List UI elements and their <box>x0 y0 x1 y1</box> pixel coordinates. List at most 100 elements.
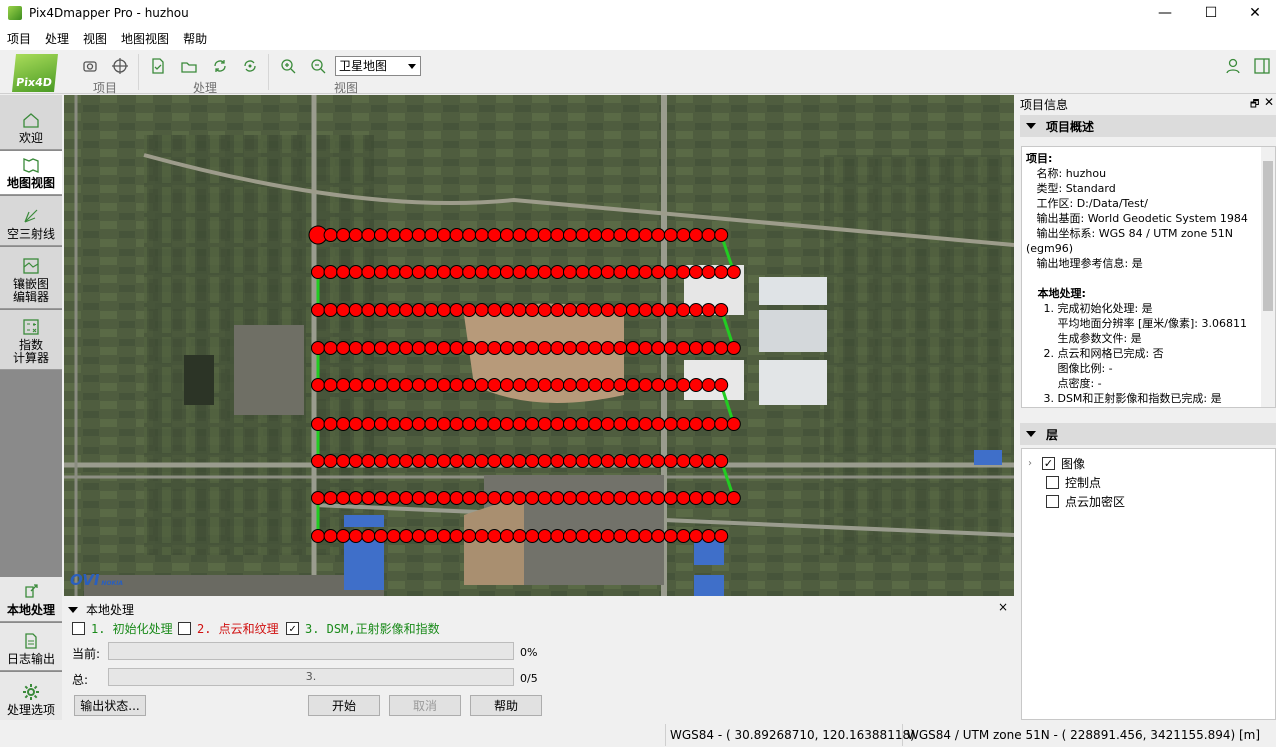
image-position-marker[interactable] <box>638 454 653 468</box>
image-position-marker[interactable] <box>512 529 527 543</box>
image-position-marker[interactable] <box>663 491 678 505</box>
image-position-marker[interactable] <box>600 529 615 543</box>
image-position-marker[interactable] <box>487 303 502 317</box>
image-position-marker[interactable] <box>676 529 691 543</box>
image-position-marker[interactable] <box>676 417 691 431</box>
image-position-marker[interactable] <box>613 228 628 242</box>
image-position-marker[interactable] <box>374 228 388 242</box>
image-position-marker[interactable] <box>336 491 351 505</box>
image-position-marker[interactable] <box>512 303 527 317</box>
image-position-marker[interactable] <box>588 378 603 392</box>
image-position-marker[interactable] <box>474 303 489 317</box>
image-position-marker[interactable] <box>374 341 388 355</box>
image-position-marker[interactable] <box>424 341 439 355</box>
zoom-in-icon[interactable] <box>278 56 298 76</box>
sidebar-item-local-processing[interactable]: 本地处理 <box>0 577 62 622</box>
image-position-marker[interactable] <box>437 303 451 317</box>
image-position-marker[interactable] <box>424 454 439 468</box>
image-position-marker[interactable] <box>600 417 615 431</box>
image-position-marker[interactable] <box>323 417 338 431</box>
image-position-marker[interactable] <box>613 265 628 279</box>
image-position-marker[interactable] <box>399 454 414 468</box>
image-position-marker[interactable] <box>676 454 691 468</box>
image-position-marker[interactable] <box>361 454 376 468</box>
image-position-marker[interactable] <box>714 303 729 317</box>
image-position-marker[interactable] <box>550 378 565 392</box>
image-position-marker[interactable] <box>323 529 338 543</box>
image-position-marker[interactable] <box>701 491 716 505</box>
image-position-marker[interactable] <box>449 491 464 505</box>
image-position-marker[interactable] <box>651 378 666 392</box>
image-position-marker[interactable] <box>361 529 376 543</box>
step-2-checkbox[interactable] <box>178 622 191 635</box>
processing-header[interactable]: 本地处理 <box>68 601 134 618</box>
image-position-marker[interactable] <box>588 417 603 431</box>
image-position-marker[interactable] <box>512 454 527 468</box>
image-position-marker[interactable] <box>323 378 338 392</box>
image-position-marker[interactable] <box>336 529 351 543</box>
image-position-marker[interactable] <box>550 341 565 355</box>
image-position-marker[interactable] <box>512 417 527 431</box>
image-position-marker[interactable] <box>437 265 451 279</box>
image-position-marker[interactable] <box>701 378 716 392</box>
image-position-marker[interactable] <box>386 303 401 317</box>
reoptimize-icon[interactable] <box>210 56 230 76</box>
image-position-marker[interactable] <box>462 417 477 431</box>
image-position-marker[interactable] <box>311 529 325 543</box>
image-position-marker[interactable] <box>411 228 426 242</box>
image-position-marker[interactable] <box>336 303 351 317</box>
image-position-marker[interactable] <box>474 417 489 431</box>
image-position-marker[interactable] <box>550 265 565 279</box>
image-position-marker[interactable] <box>550 417 565 431</box>
image-position-marker[interactable] <box>701 529 716 543</box>
image-position-marker[interactable] <box>348 491 363 505</box>
open-folder-icon[interactable] <box>179 56 199 76</box>
image-position-marker[interactable] <box>714 228 729 242</box>
image-position-marker[interactable] <box>714 417 729 431</box>
image-position-marker[interactable] <box>626 491 640 505</box>
user-account-icon[interactable] <box>1224 56 1244 76</box>
image-position-marker[interactable] <box>638 341 653 355</box>
image-position-marker[interactable] <box>714 454 729 468</box>
image-position-marker[interactable] <box>336 378 351 392</box>
image-position-marker[interactable] <box>348 454 363 468</box>
image-position-marker[interactable] <box>386 491 401 505</box>
map-type-select[interactable]: 卫星地图 <box>335 56 421 76</box>
layer-item-images[interactable]: › ✓ 图像 <box>1028 455 1085 472</box>
image-position-marker[interactable] <box>411 341 426 355</box>
image-position-marker[interactable] <box>676 341 691 355</box>
image-position-marker[interactable] <box>638 529 653 543</box>
collapse-icon[interactable] <box>68 606 78 613</box>
image-position-marker[interactable] <box>487 491 502 505</box>
image-position-marker[interactable] <box>424 529 439 543</box>
image-position-marker[interactable] <box>588 341 603 355</box>
image-position-marker[interactable] <box>474 529 489 543</box>
image-position-marker[interactable] <box>689 378 703 392</box>
image-position-marker[interactable] <box>323 228 338 242</box>
image-position-marker[interactable] <box>487 417 502 431</box>
image-position-marker[interactable] <box>563 491 577 505</box>
image-position-marker[interactable] <box>399 417 414 431</box>
close-icon[interactable]: × <box>998 600 1008 614</box>
image-position-marker[interactable] <box>537 303 552 317</box>
image-position-marker[interactable] <box>689 228 703 242</box>
image-position-marker[interactable] <box>701 417 716 431</box>
image-position-marker[interactable] <box>474 378 489 392</box>
image-position-marker[interactable] <box>487 529 502 543</box>
image-position-marker[interactable] <box>638 491 653 505</box>
image-position-marker[interactable] <box>399 529 414 543</box>
image-position-marker[interactable] <box>638 378 653 392</box>
image-position-marker[interactable] <box>374 303 388 317</box>
panel-layout-icon[interactable] <box>1252 56 1272 76</box>
float-panel-icon[interactable]: 🗗 <box>1250 97 1259 114</box>
image-position-marker[interactable] <box>537 228 552 242</box>
image-position-marker[interactable] <box>689 491 703 505</box>
sidebar-item-map-view[interactable]: 地图视图 <box>0 151 62 195</box>
image-position-marker[interactable] <box>374 529 388 543</box>
image-position-marker[interactable] <box>374 454 388 468</box>
image-position-marker[interactable] <box>500 265 514 279</box>
image-position-marker[interactable] <box>449 265 464 279</box>
scrollbar[interactable] <box>1261 147 1275 407</box>
image-position-marker[interactable] <box>437 529 451 543</box>
image-position-marker[interactable] <box>323 454 338 468</box>
